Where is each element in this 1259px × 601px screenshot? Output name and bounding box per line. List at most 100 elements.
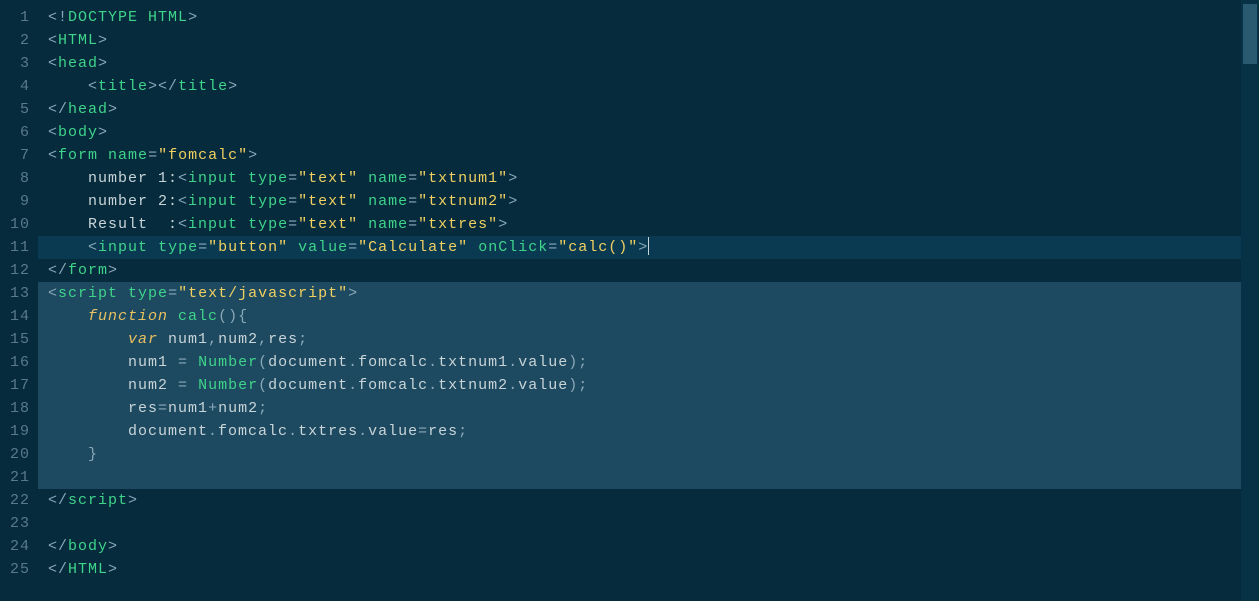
code-token	[358, 193, 368, 210]
code-token	[168, 354, 178, 371]
code-token: onClick	[478, 239, 548, 256]
code-token: num2	[128, 377, 168, 394]
code-line[interactable]: res=num1+num2;	[38, 397, 1259, 420]
code-token: txtnum2	[438, 377, 508, 394]
code-token	[358, 170, 368, 187]
code-token: >	[98, 55, 108, 72]
code-token: >	[98, 124, 108, 141]
line-number: 3	[0, 52, 30, 75]
code-token	[238, 193, 248, 210]
code-line[interactable]: <!DOCTYPE HTML>	[38, 6, 1259, 29]
code-token: HTML	[148, 9, 188, 26]
code-token: res	[128, 400, 158, 417]
code-token: );	[568, 354, 588, 371]
code-token	[188, 377, 198, 394]
code-token: >	[128, 492, 138, 509]
line-number: 4	[0, 75, 30, 98]
code-token: res	[428, 423, 458, 440]
code-line[interactable]: </form>	[38, 259, 1259, 282]
code-line[interactable]: <input type="button" value="Calculate" o…	[38, 236, 1259, 259]
code-token	[238, 216, 248, 233]
code-area[interactable]: <!DOCTYPE HTML><HTML><head> <title></tit…	[38, 0, 1259, 601]
code-line[interactable]: <title></title>	[38, 75, 1259, 98]
code-token: .	[428, 377, 438, 394]
code-token: title	[98, 78, 148, 95]
code-token: "button"	[208, 239, 288, 256]
code-line[interactable]	[38, 466, 1259, 489]
code-line[interactable]	[38, 512, 1259, 535]
code-token: name	[108, 147, 148, 164]
code-token: type	[248, 193, 288, 210]
code-line[interactable]: function calc(){	[38, 305, 1259, 328]
code-token: num1	[168, 400, 208, 417]
code-line[interactable]: number 2:<input type="text" name="txtnum…	[38, 190, 1259, 213]
code-token: </	[48, 262, 68, 279]
code-token	[138, 9, 148, 26]
code-token: <	[88, 78, 98, 95]
code-token: }	[88, 446, 98, 463]
code-token: ;	[458, 423, 468, 440]
code-line[interactable]: <script type="text/javascript">	[38, 282, 1259, 305]
code-token: <	[48, 32, 58, 49]
line-number: 23	[0, 512, 30, 535]
code-token: =	[178, 377, 188, 394]
code-line[interactable]: <HTML>	[38, 29, 1259, 52]
code-line[interactable]: </body>	[38, 535, 1259, 558]
code-token: number 2:	[88, 193, 178, 210]
code-token: </	[48, 561, 68, 578]
code-line[interactable]: number 1:<input type="text" name="txtnum…	[38, 167, 1259, 190]
code-token	[98, 147, 108, 164]
code-token: head	[58, 55, 98, 72]
minimap[interactable]	[1241, 0, 1259, 601]
code-token	[168, 377, 178, 394]
line-number: 5	[0, 98, 30, 121]
code-line[interactable]: <body>	[38, 121, 1259, 144]
code-token	[168, 308, 178, 325]
code-token: number 1:	[88, 170, 178, 187]
code-line[interactable]: </HTML>	[38, 558, 1259, 581]
code-token: =	[158, 400, 168, 417]
code-token: (	[258, 377, 268, 394]
code-line[interactable]: var num1,num2,res;	[38, 328, 1259, 351]
code-token: HTML	[68, 561, 108, 578]
code-line[interactable]: num1 = Number(document.fomcalc.txtnum1.v…	[38, 351, 1259, 374]
code-line[interactable]: </head>	[38, 98, 1259, 121]
code-line[interactable]: </script>	[38, 489, 1259, 512]
line-number: 10	[0, 213, 30, 236]
code-token: </	[48, 538, 68, 555]
code-token: .	[428, 354, 438, 371]
code-editor[interactable]: 1234567891011121314151617181920212223242…	[0, 0, 1259, 601]
line-number: 18	[0, 397, 30, 420]
code-token: =	[288, 170, 298, 187]
code-token: =	[168, 285, 178, 302]
code-token: =	[408, 170, 418, 187]
code-line[interactable]: document.fomcalc.txtres.value=res;	[38, 420, 1259, 443]
code-token: </	[48, 101, 68, 118]
code-token: fomcalc	[358, 377, 428, 394]
code-token: >	[108, 101, 118, 118]
code-token: =	[548, 239, 558, 256]
code-token: =	[198, 239, 208, 256]
code-token: type	[248, 216, 288, 233]
code-line[interactable]: <form name="fomcalc">	[38, 144, 1259, 167]
code-line[interactable]: num2 = Number(document.fomcalc.txtnum2.v…	[38, 374, 1259, 397]
code-line[interactable]: <head>	[38, 52, 1259, 75]
line-number: 25	[0, 558, 30, 581]
code-line[interactable]: }	[38, 443, 1259, 466]
code-token: document	[268, 377, 348, 394]
code-token: .	[358, 423, 368, 440]
code-token: +	[208, 400, 218, 417]
code-token: </	[48, 492, 68, 509]
code-token: fomcalc	[218, 423, 288, 440]
code-token: =	[148, 147, 158, 164]
code-line[interactable]: Result :<input type="text" name="txtres"…	[38, 213, 1259, 236]
code-token: type	[128, 285, 168, 302]
code-token: value	[518, 377, 568, 394]
code-token: >	[108, 262, 118, 279]
code-token: body	[58, 124, 98, 141]
code-token: ></	[148, 78, 178, 95]
code-token: form	[68, 262, 108, 279]
code-token: title	[178, 78, 228, 95]
code-token: value	[298, 239, 348, 256]
line-number: 15	[0, 328, 30, 351]
